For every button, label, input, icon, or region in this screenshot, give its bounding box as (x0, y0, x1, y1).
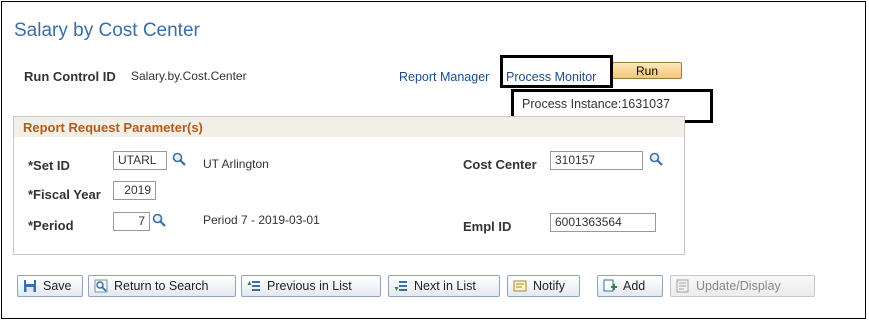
update-display-label: Update/Display (696, 279, 781, 293)
return-to-search-label: Return to Search (114, 279, 209, 293)
group-title: Report Request Parameter(s) (23, 120, 203, 135)
update-display-button[interactable]: Update/Display (670, 275, 815, 297)
notify-icon (513, 280, 527, 292)
empl-id-label: Empl ID (463, 219, 512, 234)
empl-id-input[interactable]: 6001363564 (550, 213, 656, 232)
set-id-input[interactable]: UTARL (113, 151, 167, 170)
next-in-list-label: Next in List (414, 279, 476, 293)
list-up-icon (247, 281, 260, 291)
add-icon (603, 279, 617, 292)
list-down-icon (394, 281, 407, 291)
previous-in-list-label: Previous in List (267, 279, 352, 293)
fiscal-year-label: *Fiscal Year (28, 187, 101, 202)
save-button[interactable]: Save (17, 275, 83, 297)
add-label: Add (623, 279, 646, 293)
search-return-icon (94, 279, 108, 293)
return-to-search-button[interactable]: Return to Search (88, 275, 236, 297)
period-lookup-icon[interactable] (152, 213, 166, 227)
cost-center-label: Cost Center (463, 157, 537, 172)
update-display-icon (676, 279, 689, 293)
save-label: Save (43, 279, 72, 293)
fiscal-year-input[interactable]: 2019 (113, 181, 156, 200)
run-control-label: Run Control ID (24, 69, 116, 84)
set-id-lookup-icon[interactable] (172, 152, 186, 166)
cost-center-input[interactable]: 310157 (550, 151, 643, 170)
floppy-icon (24, 280, 36, 292)
page-title: Salary by Cost Center (14, 20, 200, 41)
run-button[interactable]: Run (612, 62, 682, 79)
notify-label: Notify (533, 279, 565, 293)
set-id-description: UT Arlington (203, 157, 269, 171)
report-manager-link[interactable]: Report Manager (399, 70, 489, 84)
set-id-label: *Set ID (28, 158, 70, 173)
period-label: *Period (28, 218, 74, 233)
next-in-list-button[interactable]: Next in List (388, 275, 500, 297)
notify-button[interactable]: Notify (507, 275, 580, 297)
process-instance-text: Process Instance:1631037 (522, 97, 671, 111)
highlight-process-monitor (500, 55, 613, 88)
add-button[interactable]: Add (597, 275, 663, 297)
cost-center-lookup-icon[interactable] (649, 152, 663, 166)
previous-in-list-button[interactable]: Previous in List (241, 275, 381, 297)
period-input[interactable]: 7 (113, 212, 150, 231)
run-control-value: Salary.by.Cost.Center (131, 69, 247, 83)
period-description: Period 7 - 2019-03-01 (203, 213, 320, 227)
